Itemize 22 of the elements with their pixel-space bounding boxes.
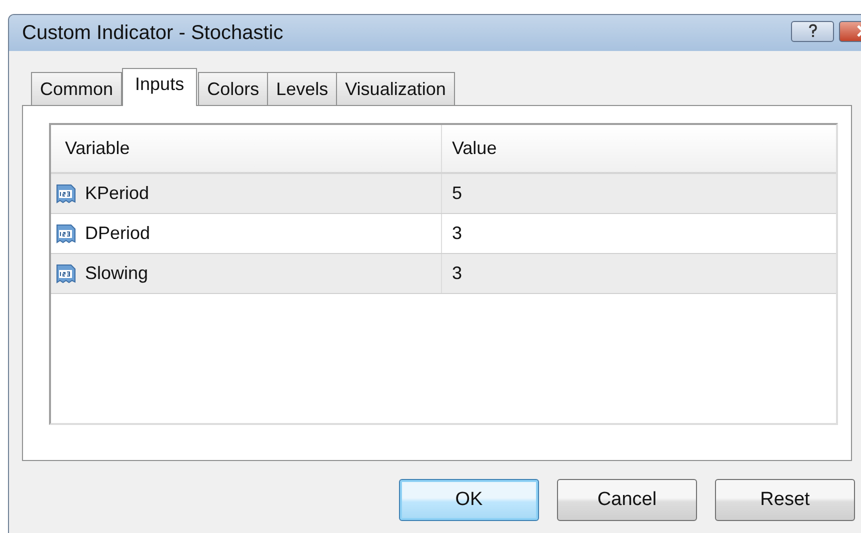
table-cell-text: 5 — [451, 182, 464, 205]
tab[interactable]: Levels — [267, 72, 338, 105]
tab[interactable]: Visualization — [336, 72, 455, 105]
number-icon — [55, 222, 77, 244]
help-button[interactable] — [791, 20, 834, 42]
question-mark-icon — [808, 24, 818, 38]
tab[interactable]: Inputs — [122, 68, 198, 106]
window-title: Custom Indicator - Stochastic — [22, 22, 284, 44]
dialog-button[interactable]: OK — [399, 479, 539, 521]
table-cell-text: 3 — [451, 222, 464, 245]
number-icon — [55, 262, 77, 284]
dialog-button[interactable]: Cancel — [557, 479, 697, 521]
dialog-button[interactable]: Reset — [715, 479, 855, 521]
table-cell: DPeriod — [85, 223, 150, 244]
table-cell: Slowing — [85, 263, 148, 284]
column-header[interactable]: Variable — [51, 125, 442, 172]
table-cell-text: 3 — [451, 262, 464, 285]
tab[interactable]: Colors — [198, 72, 268, 105]
column-header[interactable]: Value — [442, 125, 836, 172]
number-icon — [55, 182, 77, 204]
table-cell: KPeriod — [85, 183, 150, 204]
tab[interactable]: Common — [31, 72, 122, 105]
